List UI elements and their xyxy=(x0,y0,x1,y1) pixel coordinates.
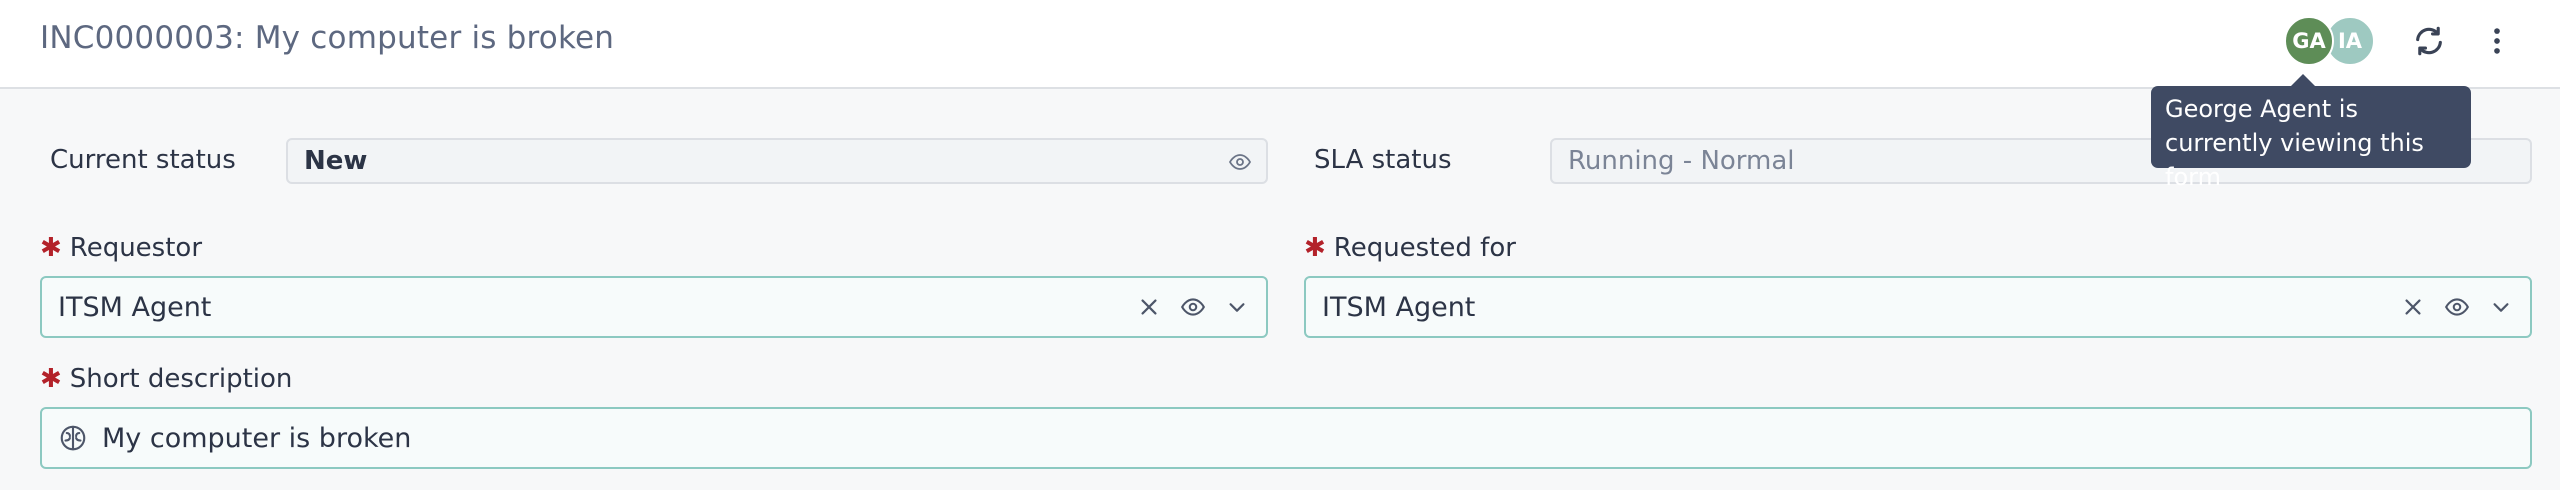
form-header: INC0000003: My computer is broken GA IA xyxy=(0,0,2560,89)
current-status-label: Current status xyxy=(50,145,236,175)
requested-for-field[interactable]: ITSM Agent xyxy=(1304,276,2532,338)
clear-icon[interactable] xyxy=(2398,292,2428,322)
more-vertical-icon[interactable] xyxy=(2474,18,2520,64)
requestor-field[interactable]: ITSM Agent xyxy=(40,276,1268,338)
avatar-george-agent[interactable]: GA xyxy=(2284,16,2334,66)
required-mark: ✱ xyxy=(40,364,62,394)
refresh-icon[interactable] xyxy=(2406,18,2452,64)
chevron-down-icon[interactable] xyxy=(2486,292,2516,322)
short-description-field[interactable]: My computer is broken xyxy=(40,407,2532,469)
eye-icon[interactable] xyxy=(1178,292,1208,322)
required-mark: ✱ xyxy=(1304,233,1326,263)
requestor-value: ITSM Agent xyxy=(58,291,212,323)
short-description-label: ✱ Short description xyxy=(40,364,293,394)
chevron-down-icon[interactable] xyxy=(1222,292,1252,322)
viewer-tooltip: George Agent is currently viewing this f… xyxy=(2151,74,2471,191)
sla-status-value: Running - Normal xyxy=(1568,146,1795,176)
eye-icon[interactable] xyxy=(1226,150,1254,181)
page-title: INC0000003: My computer is broken xyxy=(40,20,615,56)
eye-icon[interactable] xyxy=(2442,292,2472,322)
requestor-label: ✱ Requestor xyxy=(40,233,203,263)
current-status-value: New xyxy=(304,146,368,176)
sla-status-label: SLA status xyxy=(1314,145,1452,175)
requested-for-value: ITSM Agent xyxy=(1322,291,1476,323)
required-mark: ✱ xyxy=(40,233,62,263)
clear-icon[interactable] xyxy=(1134,292,1164,322)
incident-form-page: INC0000003: My computer is broken GA IA … xyxy=(0,0,2560,490)
current-status-field: New xyxy=(286,138,1268,184)
short-description-value: My computer is broken xyxy=(102,422,412,454)
brain-icon[interactable] xyxy=(58,423,88,453)
requested-for-label: ✱ Requested for xyxy=(1304,233,1516,263)
